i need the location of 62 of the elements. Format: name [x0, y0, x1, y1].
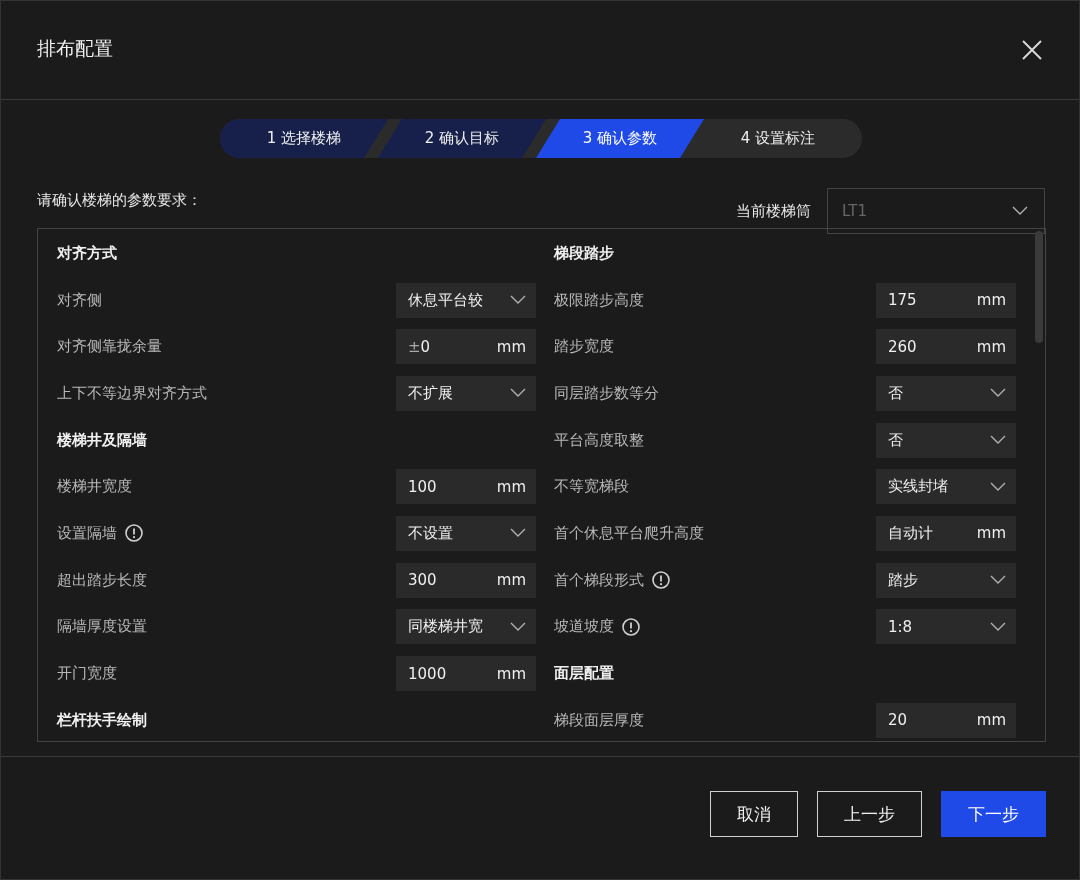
field-label: 首个梯段形式	[554, 570, 644, 590]
info-icon[interactable]	[652, 571, 670, 590]
dialog-button[interactable]: 上一步	[817, 791, 922, 837]
field-label: 不等宽梯段	[554, 477, 629, 497]
step-tab[interactable]: 3 确认参数	[536, 119, 704, 158]
field-label: 当前楼梯筒	[736, 201, 811, 221]
close-icon[interactable]	[1021, 39, 1043, 61]
field-label: 梯段面层厚度	[554, 710, 644, 730]
dialog-button[interactable]: 取消	[710, 791, 798, 837]
section-heading: 面层配置	[554, 664, 614, 684]
dropdown-select[interactable]: 实线封堵	[876, 469, 1016, 505]
dropdown-select[interactable]: 1:8	[876, 609, 1016, 645]
dropdown-select[interactable]: 不扩展	[396, 375, 536, 411]
input-field[interactable]: ±0 mm	[396, 329, 536, 365]
section-heading: 栏杆扶手绘制	[57, 710, 147, 730]
chevron-down-icon	[510, 621, 526, 632]
dropdown-select[interactable]: 否	[876, 375, 1016, 411]
chevron-down-icon	[510, 528, 526, 539]
input-field[interactable]: 20 mm	[876, 702, 1016, 738]
field-label: 极限踏步高度	[554, 290, 644, 310]
chevron-down-icon	[510, 388, 526, 399]
section-heading: 对齐方式	[57, 243, 117, 263]
chevron-down-icon	[990, 388, 1006, 399]
dropdown-select[interactable]: 否	[876, 422, 1016, 458]
dropdown-select[interactable]: 不设置	[396, 515, 536, 551]
dropdown-select[interactable]: 同楼梯井宽	[396, 609, 536, 645]
field-label: 隔墙厚度设置	[57, 617, 147, 637]
step-tab[interactable]: 1 选择楼梯	[220, 119, 388, 158]
chevron-down-icon	[990, 435, 1006, 446]
input-field[interactable]: 175 mm	[876, 282, 1016, 318]
chevron-down-icon	[990, 575, 1006, 586]
field-label: 对齐侧	[57, 290, 102, 310]
chevron-down-icon	[1012, 206, 1028, 216]
field-label: 踏步宽度	[554, 337, 614, 357]
instruction-text: 请确认楼梯的参数要求：	[37, 191, 202, 210]
chevron-down-icon	[510, 295, 526, 306]
step-tab[interactable]: 2 确认目标	[378, 119, 546, 158]
info-icon[interactable]	[125, 524, 143, 543]
field-label: 楼梯井宽度	[57, 477, 132, 497]
input-field[interactable]: 自动计 mm	[876, 515, 1016, 551]
chevron-down-icon	[990, 481, 1006, 492]
dropdown-select[interactable]: 踏步	[876, 562, 1016, 598]
field-label: 超出踏步长度	[57, 570, 147, 590]
input-field[interactable]: 300 mm	[396, 562, 536, 598]
info-icon[interactable]	[622, 617, 640, 636]
input-field[interactable]: 100 mm	[396, 469, 536, 505]
field-label: 坡道坡度	[554, 617, 614, 637]
input-field[interactable]: 1000 mm	[396, 656, 536, 692]
input-field[interactable]: 260 mm	[876, 329, 1016, 365]
dropdown-select[interactable]: 休息平台较	[396, 282, 536, 318]
dialog-button[interactable]: 下一步	[941, 791, 1046, 837]
field-label: 开门宽度	[57, 664, 117, 684]
field-label: 对齐侧靠拢余量	[57, 337, 162, 357]
field-label: 首个休息平台爬升高度	[554, 523, 704, 543]
field-label: 上下不等边界对齐方式	[57, 383, 207, 403]
field-label: 同层踏步数等分	[554, 383, 659, 403]
field-label: 设置隔墙	[57, 523, 117, 543]
chevron-down-icon	[990, 621, 1006, 632]
section-heading: 梯段踏步	[554, 243, 614, 263]
section-heading: 楼梯井及隔墙	[57, 430, 147, 450]
window-title: 排布配置	[37, 36, 113, 61]
field-label: 平台高度取整	[554, 430, 644, 450]
